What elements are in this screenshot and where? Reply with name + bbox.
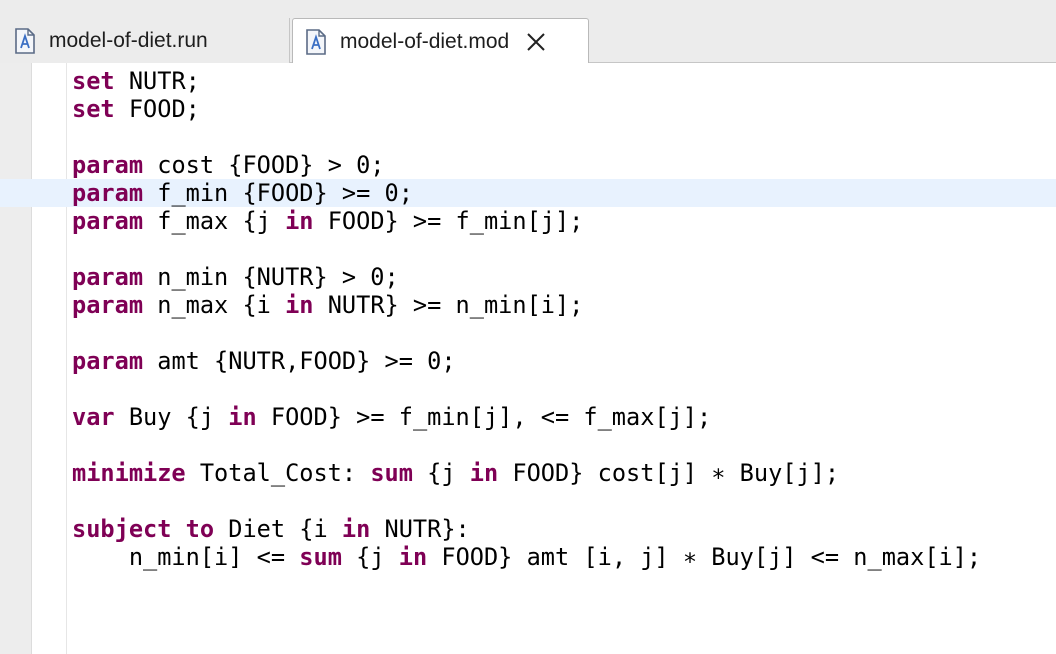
tab-label: model-of-diet.mod bbox=[340, 29, 510, 53]
code-text: cost {FOOD} > 0; bbox=[143, 151, 385, 179]
code-text: FOOD} amt [i, j] ∗ Buy[j] <= n_max[i]; bbox=[427, 543, 982, 571]
code-text: Diet {i bbox=[214, 515, 342, 543]
code-text: FOOD} >= f_min[j], <= f_max[j]; bbox=[256, 403, 712, 431]
code-line[interactable]: set NUTR; bbox=[0, 67, 1056, 95]
code-text: {j bbox=[412, 459, 470, 487]
ampl-file-icon bbox=[14, 27, 36, 54]
code-line[interactable]: set FOOD; bbox=[0, 95, 1056, 123]
tab-label: model-of-diet.run bbox=[49, 28, 208, 52]
code-text: NUTR; bbox=[114, 67, 200, 95]
code-line[interactable]: subject to Diet {i in NUTR}: bbox=[0, 515, 1056, 543]
code-line[interactable] bbox=[0, 431, 1056, 459]
code-line[interactable] bbox=[0, 235, 1056, 263]
code-line[interactable]: var Buy {j in FOOD} >= f_min[j], <= f_ma… bbox=[0, 403, 1056, 431]
code-keyword: in bbox=[341, 515, 371, 543]
code-text: Buy {j bbox=[114, 403, 229, 431]
code-keyword: param bbox=[72, 151, 144, 179]
code-line[interactable]: param f_max {j in FOOD} >= f_min[j]; bbox=[0, 207, 1056, 235]
code-text: {j bbox=[341, 543, 399, 571]
code-keyword: in bbox=[285, 207, 314, 235]
code-keyword: subject to bbox=[72, 515, 215, 543]
tab-model-of-diet-run[interactable]: model-of-diet.run bbox=[0, 18, 290, 63]
code-line[interactable]: param cost {FOOD} > 0; bbox=[0, 151, 1056, 179]
editor-window: model-of-diet.run model-of-diet.mod set … bbox=[0, 0, 1056, 654]
code-keyword: set bbox=[72, 67, 115, 95]
code-keyword: param bbox=[72, 291, 144, 319]
code-keyword: param bbox=[72, 263, 144, 291]
code-line[interactable]: param f_min {FOOD} >= 0; bbox=[0, 179, 1056, 207]
editor-tab-bar: model-of-diet.run model-of-diet.mod bbox=[0, 0, 1056, 64]
code-keyword: minimize bbox=[72, 459, 186, 487]
code-keyword: sum bbox=[299, 543, 342, 571]
code-line[interactable]: param n_min {NUTR} > 0; bbox=[0, 263, 1056, 291]
code-text: n_min[i] <= bbox=[72, 543, 300, 571]
code-editor[interactable]: set NUTR; set FOOD; param cost {FOOD} > 0;… bbox=[0, 63, 1056, 654]
code-line[interactable] bbox=[0, 487, 1056, 515]
code-text: NUTR}: bbox=[370, 515, 470, 543]
code-text: Total_Cost: bbox=[185, 459, 371, 487]
code-keyword: param bbox=[72, 207, 144, 235]
code-line[interactable]: param n_max {i in NUTR} >= n_min[i]; bbox=[0, 291, 1056, 319]
code-keyword: sum bbox=[370, 459, 413, 487]
code-line[interactable]: minimize Total_Cost: sum {j in FOOD} cos… bbox=[0, 459, 1056, 487]
code-keyword: in bbox=[469, 459, 499, 487]
ampl-file-icon bbox=[305, 28, 327, 55]
close-tab-icon[interactable] bbox=[525, 31, 547, 53]
code-keyword: in bbox=[398, 543, 428, 571]
code-line[interactable] bbox=[0, 319, 1056, 347]
code-text: f_max {j bbox=[143, 207, 286, 235]
code-text: f_min {FOOD} >= 0; bbox=[143, 179, 413, 207]
code-text: FOOD; bbox=[114, 95, 200, 123]
code-line[interactable] bbox=[0, 375, 1056, 403]
tab-model-of-diet-mod[interactable]: model-of-diet.mod bbox=[292, 18, 589, 64]
code-keyword: in bbox=[228, 403, 257, 431]
code-line[interactable]: param amt {NUTR,FOOD} >= 0; bbox=[0, 347, 1056, 375]
code-area[interactable]: set NUTR; set FOOD; param cost {FOOD} > 0;… bbox=[0, 67, 1056, 571]
code-keyword: param bbox=[72, 179, 144, 207]
code-text: FOOD} >= f_min[j]; bbox=[313, 207, 584, 235]
code-keyword: var bbox=[72, 403, 115, 431]
code-line[interactable]: n_min[i] <= sum {j in FOOD} amt [i, j] ∗… bbox=[0, 543, 1056, 571]
code-line[interactable] bbox=[0, 123, 1056, 151]
code-text: n_min {NUTR} > 0; bbox=[143, 263, 399, 291]
code-text: FOOD} cost[j] ∗ Buy[j]; bbox=[498, 459, 840, 487]
code-text: n_max {i bbox=[143, 291, 286, 319]
code-text: amt {NUTR,FOOD} >= 0; bbox=[143, 347, 456, 375]
code-text: NUTR} >= n_min[i]; bbox=[313, 291, 584, 319]
code-keyword: in bbox=[285, 291, 314, 319]
code-keyword: set bbox=[72, 95, 115, 123]
code-keyword: param bbox=[72, 347, 144, 375]
